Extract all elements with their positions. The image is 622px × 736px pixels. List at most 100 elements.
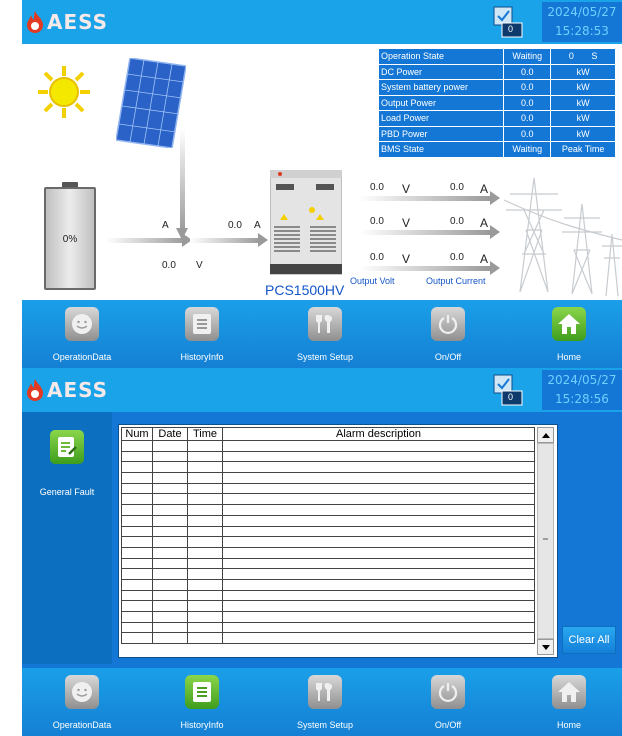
- nav-label: HistoryInfo: [180, 720, 224, 730]
- output1-voltage-value: 0.0: [370, 182, 384, 193]
- nav-history-info[interactable]: HistoryInfo: [152, 304, 252, 366]
- nav-label: Home: [556, 720, 581, 730]
- status-row: BMS State Waiting Peak Time: [377, 141, 616, 158]
- list-icon: [185, 675, 219, 709]
- scroll-up-button[interactable]: [537, 427, 554, 443]
- connection-status-icon[interactable]: 0: [492, 373, 524, 407]
- alarm-scrollbar[interactable]: ═: [537, 427, 554, 655]
- pcs-cabinet-icon: [270, 170, 342, 275]
- pv-current-value: 0.0: [228, 220, 242, 231]
- table-row[interactable]: [121, 440, 535, 452]
- status-unit: kW: [550, 63, 616, 80]
- table-row[interactable]: [121, 632, 535, 645]
- nav-label: System Setup: [296, 720, 354, 730]
- nav-operation-data[interactable]: OperationData: [32, 304, 132, 366]
- table-row[interactable]: [121, 611, 535, 623]
- alarm-header-row: Num Date Time Alarm description: [121, 427, 535, 441]
- table-row[interactable]: [121, 493, 535, 506]
- table-row[interactable]: [121, 482, 535, 495]
- status-row: PBD Power 0.0 kW: [377, 125, 616, 142]
- table-row[interactable]: [121, 600, 535, 612]
- output2-current-value: 0.0: [450, 216, 464, 227]
- logo-text: AESS: [47, 10, 109, 34]
- status-value: 0.0: [503, 110, 552, 127]
- table-row[interactable]: [121, 568, 535, 580]
- scroll-down-button[interactable]: [537, 639, 554, 655]
- table-row[interactable]: [121, 514, 535, 527]
- list-icon: [185, 307, 219, 341]
- flame-logo-icon: [27, 11, 43, 33]
- table-row[interactable]: [121, 472, 535, 484]
- clear-all-button[interactable]: Clear All: [562, 626, 616, 654]
- logo-text: AESS: [47, 378, 109, 402]
- col-time: Time: [187, 427, 223, 441]
- smiley-icon: [65, 307, 99, 341]
- status-unit: kW: [550, 125, 616, 142]
- home-icon: [552, 675, 586, 709]
- nav-label: On/Off: [434, 352, 462, 362]
- status-value: Waiting: [503, 141, 552, 158]
- status-label: Operation State: [377, 48, 505, 65]
- general-fault-button[interactable]: [50, 430, 84, 464]
- status-extra-1: 0: [568, 51, 574, 62]
- time-text: 15:28:56: [555, 392, 609, 406]
- power-icon: [431, 675, 465, 709]
- date-text: 2024/05/27: [547, 5, 617, 19]
- table-row[interactable]: [121, 557, 535, 570]
- table-row[interactable]: [121, 536, 535, 548]
- nav-system-setup[interactable]: System Setup: [275, 304, 375, 366]
- nav-on-off[interactable]: On/Off: [398, 304, 498, 366]
- table-row[interactable]: [121, 525, 535, 538]
- output-volt-label: Output Volt: [350, 276, 395, 286]
- table-row[interactable]: [121, 589, 535, 602]
- table-row[interactable]: [121, 461, 535, 474]
- status-label: BMS State: [377, 141, 505, 158]
- output1-current-value: 0.0: [450, 182, 464, 193]
- output2-current-unit: A: [480, 216, 489, 230]
- grid-tower-icon: [504, 177, 622, 297]
- header-bar: AESS 0 2024/05/27 15:28:53: [22, 0, 622, 44]
- battery-voltage-value: 0.0: [162, 260, 176, 271]
- table-row[interactable]: [121, 504, 535, 516]
- status-extra: 0 S: [550, 48, 616, 65]
- status-label: Load Power: [377, 110, 505, 127]
- tools-icon: [308, 675, 342, 709]
- alarm-table: Num Date Time Alarm description: [121, 427, 535, 645]
- status-unit: kW: [550, 94, 616, 111]
- table-row[interactable]: [121, 546, 535, 559]
- nav-label: System Setup: [296, 352, 354, 362]
- nav-label: On/Off: [434, 720, 462, 730]
- status-label: PBD Power: [377, 125, 505, 142]
- status-label: System battery power: [377, 79, 505, 96]
- time-text: 15:28:53: [555, 24, 609, 38]
- power-icon: [431, 307, 465, 341]
- output3-current-value: 0.0: [450, 252, 464, 263]
- col-description: Alarm description: [222, 427, 535, 441]
- alarm-rows: [121, 440, 535, 645]
- alarm-list: Num Date Time Alarm description ═: [118, 424, 558, 658]
- logo: AESS: [26, 8, 108, 36]
- status-value: Waiting: [503, 48, 552, 65]
- nav-operation-data[interactable]: OperationData: [32, 672, 132, 734]
- status-label: Output Power: [377, 94, 505, 111]
- datetime-display: 2024/05/27 15:28:53: [542, 2, 622, 42]
- nav-label: OperationData: [52, 720, 112, 730]
- nav-on-off[interactable]: On/Off: [398, 672, 498, 734]
- nav-home[interactable]: Home: [519, 672, 619, 734]
- table-row[interactable]: [121, 450, 535, 463]
- pv-current-unit: A: [254, 220, 261, 231]
- nav-history-info[interactable]: HistoryInfo: [152, 672, 252, 734]
- connection-status-icon[interactable]: 0: [492, 5, 524, 39]
- scroll-thumb[interactable]: ═: [537, 443, 554, 639]
- table-row[interactable]: [121, 621, 535, 634]
- status-row: Operation State Waiting 0 S: [377, 48, 616, 65]
- output3-voltage-unit: V: [402, 252, 411, 266]
- nav-home[interactable]: Home: [519, 304, 619, 366]
- nav-system-setup[interactable]: System Setup: [275, 672, 375, 734]
- status-row: Load Power 0.0 kW: [377, 110, 616, 127]
- arrow-down-icon: [542, 645, 550, 650]
- note-edit-icon: [58, 437, 77, 457]
- connection-count: 0: [508, 392, 514, 402]
- status-unit: kW: [550, 79, 616, 96]
- table-row[interactable]: [121, 578, 535, 591]
